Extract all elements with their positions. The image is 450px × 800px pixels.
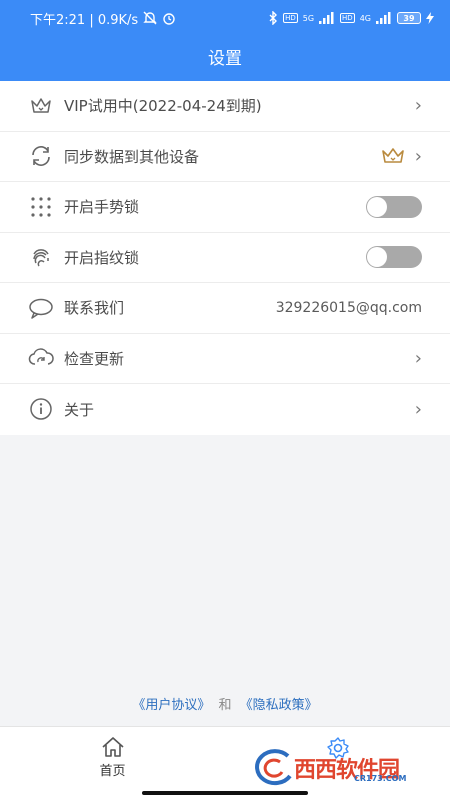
status-bar: 下午2:21 | 0.9K/s HD 5G HD 4G 39	[0, 0, 450, 36]
toggle-knob	[367, 196, 387, 217]
tab-settings[interactable]	[225, 727, 450, 786]
home-icon	[101, 737, 124, 757]
vip-label: VIP试用中(2022-04-24到期)	[64, 97, 262, 116]
update-label: 检查更新	[64, 349, 125, 368]
gesture-lock-row: 开启手势锁	[0, 182, 450, 233]
bottom-tab-bar: 首页	[0, 726, 450, 786]
info-icon	[28, 396, 54, 422]
about-label: 关于	[64, 400, 95, 419]
contact-row[interactable]: 联系我们 329226015@qq.com	[0, 283, 450, 334]
chevron-right-icon: ›	[414, 347, 422, 369]
tab-home-label: 首页	[99, 764, 126, 779]
hd-icon: HD	[283, 13, 298, 23]
legal-links: 《用户协议》 和 《隐私政策》	[0, 694, 450, 713]
user-agreement-link[interactable]: 《用户协议》	[132, 698, 210, 713]
settings-list: VIP试用中(2022-04-24到期) › 同步数据到其他设备 › 开启手势锁…	[0, 81, 450, 435]
gesture-lock-toggle[interactable]	[366, 195, 422, 218]
hd-icon-2: HD	[340, 13, 355, 23]
gesture-grid-icon	[28, 194, 54, 220]
network-5g-label: 5G	[302, 13, 315, 23]
contact-email: 329226015@qq.com	[275, 299, 422, 316]
bluetooth-icon	[269, 11, 278, 25]
alarm-icon	[163, 13, 175, 25]
signal-icon-2	[376, 12, 391, 24]
battery-icon: 39	[397, 12, 421, 24]
chevron-right-icon: ›	[414, 145, 422, 167]
contact-label: 联系我们	[64, 299, 125, 318]
fingerprint-lock-label: 开启指纹锁	[64, 248, 140, 267]
home-indicator[interactable]	[142, 791, 308, 795]
cloud-refresh-icon	[28, 345, 54, 371]
chevron-right-icon: ›	[414, 398, 422, 420]
crown-icon	[28, 93, 54, 119]
sync-label: 同步数据到其他设备	[64, 147, 200, 166]
toggle-knob	[367, 247, 387, 268]
chat-bubble-icon	[28, 295, 54, 321]
gear-icon	[326, 737, 349, 759]
update-row[interactable]: 检查更新 ›	[0, 334, 450, 384]
app-header: 下午2:21 | 0.9K/s HD 5G HD 4G 39 设置	[0, 0, 450, 81]
mute-icon	[143, 11, 157, 25]
gesture-lock-label: 开启手势锁	[64, 198, 140, 217]
vip-row[interactable]: VIP试用中(2022-04-24到期) ›	[0, 81, 450, 132]
and-text: 和	[218, 698, 232, 713]
signal-icon	[319, 12, 334, 24]
privacy-policy-link[interactable]: 《隐私政策》	[240, 698, 318, 713]
sync-icon	[28, 143, 54, 169]
charging-icon	[426, 12, 434, 24]
page-title: 设置	[208, 49, 242, 69]
tab-home[interactable]: 首页	[0, 727, 225, 786]
status-time: 下午2:21 | 0.9K/s	[30, 12, 139, 28]
fingerprint-lock-toggle[interactable]	[366, 246, 422, 269]
fingerprint-icon	[28, 244, 54, 270]
chevron-right-icon: ›	[414, 95, 422, 117]
fingerprint-lock-row: 开启指纹锁	[0, 233, 450, 283]
network-4g-label: 4G	[359, 13, 371, 23]
vip-crown-icon	[381, 148, 404, 164]
about-row[interactable]: 关于 ›	[0, 384, 450, 435]
sync-row[interactable]: 同步数据到其他设备 ›	[0, 132, 450, 182]
